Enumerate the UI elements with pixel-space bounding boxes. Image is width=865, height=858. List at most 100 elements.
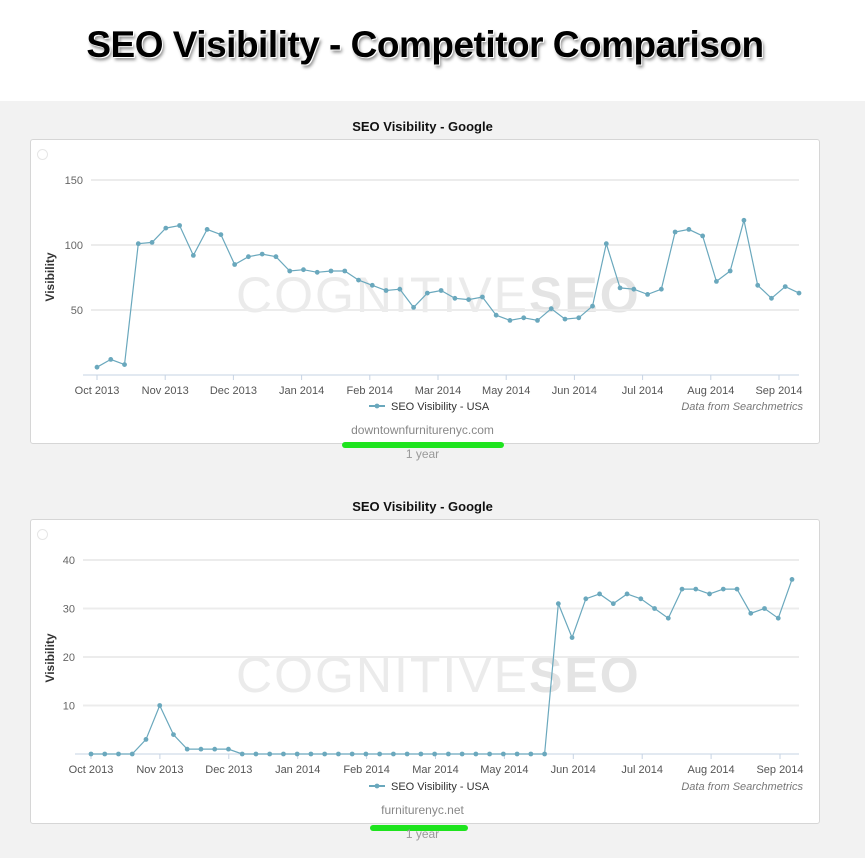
data-point[interactable] bbox=[267, 751, 273, 757]
data-point[interactable] bbox=[116, 751, 121, 757]
data-point[interactable] bbox=[88, 751, 94, 757]
data-point[interactable] bbox=[418, 751, 424, 757]
data-point[interactable] bbox=[342, 268, 348, 274]
data-point[interactable] bbox=[590, 303, 595, 309]
data-point[interactable] bbox=[212, 746, 218, 752]
data-point[interactable] bbox=[328, 268, 334, 274]
data-point[interactable] bbox=[700, 233, 706, 239]
data-point[interactable] bbox=[610, 601, 616, 607]
data-point[interactable] bbox=[411, 305, 416, 310]
data-point[interactable] bbox=[218, 232, 224, 237]
data-point[interactable] bbox=[246, 254, 251, 260]
data-point[interactable] bbox=[658, 286, 664, 292]
data-point[interactable] bbox=[308, 751, 314, 757]
data-point[interactable] bbox=[349, 751, 355, 757]
data-point[interactable] bbox=[569, 635, 575, 640]
data-point[interactable] bbox=[369, 282, 375, 288]
data-point[interactable] bbox=[583, 596, 589, 602]
data-point[interactable] bbox=[769, 295, 774, 301]
data-point[interactable] bbox=[438, 288, 444, 293]
data-point[interactable] bbox=[452, 295, 458, 301]
data-point[interactable] bbox=[336, 751, 341, 757]
data-point[interactable] bbox=[301, 267, 306, 273]
data-point[interactable] bbox=[645, 292, 650, 297]
data-point[interactable] bbox=[562, 316, 568, 322]
data-point[interactable] bbox=[135, 241, 141, 247]
data-point[interactable] bbox=[707, 591, 712, 597]
data-point[interactable] bbox=[122, 362, 127, 367]
data-point[interactable] bbox=[603, 241, 609, 247]
data-point[interactable] bbox=[190, 253, 196, 258]
data-point[interactable] bbox=[177, 223, 182, 228]
data-point[interactable] bbox=[727, 268, 733, 274]
data-point[interactable] bbox=[528, 751, 534, 757]
data-point[interactable] bbox=[157, 703, 163, 708]
data-point[interactable] bbox=[631, 286, 637, 292]
data-point[interactable] bbox=[775, 615, 781, 621]
data-point[interactable] bbox=[226, 746, 231, 752]
data-point[interactable] bbox=[377, 751, 383, 757]
data-point[interactable] bbox=[672, 229, 678, 235]
data-point[interactable] bbox=[163, 225, 169, 231]
data-point[interactable] bbox=[184, 746, 190, 752]
data-point[interactable] bbox=[397, 286, 403, 292]
data-point[interactable] bbox=[789, 577, 795, 582]
data-point[interactable] bbox=[445, 751, 451, 757]
data-point[interactable] bbox=[383, 288, 389, 293]
data-point[interactable] bbox=[356, 277, 361, 283]
data-point[interactable] bbox=[714, 279, 719, 284]
data-point[interactable] bbox=[542, 751, 547, 757]
data-point[interactable] bbox=[638, 596, 644, 602]
data-point[interactable] bbox=[390, 751, 396, 757]
data-point[interactable] bbox=[665, 615, 671, 621]
data-point[interactable] bbox=[273, 254, 279, 260]
data-point[interactable] bbox=[755, 282, 761, 288]
data-point[interactable] bbox=[679, 586, 685, 592]
data-point[interactable] bbox=[597, 591, 602, 597]
data-point[interactable] bbox=[720, 586, 726, 592]
data-point[interactable] bbox=[232, 262, 238, 267]
data-point[interactable] bbox=[424, 290, 430, 296]
data-point[interactable] bbox=[253, 751, 259, 757]
data-point[interactable] bbox=[94, 364, 100, 370]
data-point[interactable] bbox=[102, 751, 108, 757]
data-point[interactable] bbox=[535, 318, 540, 323]
data-point[interactable] bbox=[493, 312, 499, 318]
data-point[interactable] bbox=[500, 751, 506, 757]
data-point[interactable] bbox=[624, 591, 630, 597]
data-point[interactable] bbox=[514, 751, 520, 757]
data-point[interactable] bbox=[487, 751, 493, 757]
data-point[interactable] bbox=[314, 269, 320, 275]
data-point[interactable] bbox=[686, 227, 692, 232]
data-point[interactable] bbox=[108, 357, 114, 362]
legend-item[interactable]: SEO Visibility - USA bbox=[391, 401, 490, 413]
data-point[interactable] bbox=[143, 737, 149, 742]
data-point[interactable] bbox=[734, 586, 740, 592]
data-point[interactable] bbox=[521, 315, 527, 321]
data-point[interactable] bbox=[652, 606, 657, 611]
legend-item[interactable]: SEO Visibility - USA bbox=[391, 781, 490, 793]
data-point[interactable] bbox=[287, 268, 293, 274]
data-point[interactable] bbox=[363, 751, 369, 757]
data-point[interactable] bbox=[548, 306, 554, 312]
data-point[interactable] bbox=[507, 318, 513, 323]
data-point[interactable] bbox=[204, 227, 210, 232]
data-point[interactable] bbox=[281, 751, 286, 757]
data-point[interactable] bbox=[322, 751, 328, 757]
data-point[interactable] bbox=[129, 751, 135, 757]
data-point[interactable] bbox=[480, 294, 485, 300]
data-point[interactable] bbox=[576, 315, 582, 321]
data-point[interactable] bbox=[796, 290, 802, 296]
data-point[interactable] bbox=[762, 606, 767, 611]
data-point[interactable] bbox=[473, 751, 479, 757]
data-point[interactable] bbox=[741, 217, 747, 223]
data-point[interactable] bbox=[782, 284, 788, 289]
data-point[interactable] bbox=[404, 751, 410, 757]
data-point[interactable] bbox=[459, 751, 465, 757]
data-point[interactable] bbox=[171, 732, 176, 737]
data-point[interactable] bbox=[198, 746, 204, 752]
data-point[interactable] bbox=[693, 586, 699, 592]
data-point[interactable] bbox=[239, 751, 245, 757]
data-point[interactable] bbox=[149, 240, 155, 245]
data-point[interactable] bbox=[432, 751, 438, 757]
